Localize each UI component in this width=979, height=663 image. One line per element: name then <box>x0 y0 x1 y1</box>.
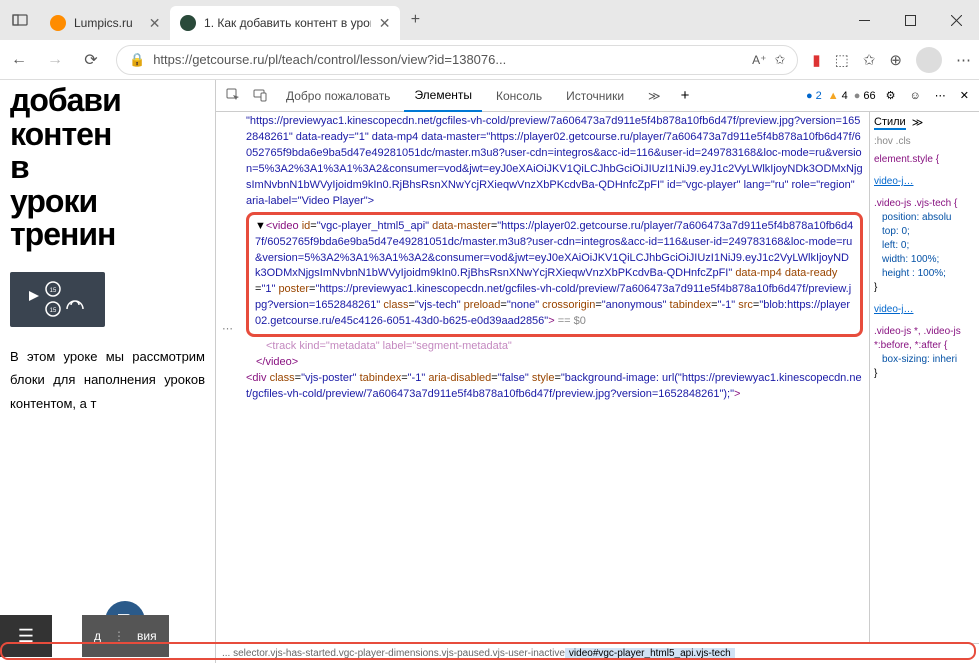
device-icon[interactable] <box>249 88 272 103</box>
menu-button[interactable]: ☰ <box>0 615 52 657</box>
tab-more-styles[interactable]: ≫ <box>912 116 924 130</box>
tab-elements[interactable]: Элементы <box>404 80 482 112</box>
action-button[interactable]: д⋮вия <box>82 615 169 657</box>
more-icon[interactable]: ⋯ <box>931 89 950 102</box>
close-icon[interactable]: ✕ <box>379 15 391 32</box>
badge-warning[interactable]: 4 <box>828 90 848 102</box>
badge-info[interactable]: ● 2 <box>806 90 822 102</box>
badge-error[interactable]: 66 <box>854 90 876 102</box>
page-body-text: В этом уроке мы рассмотрим блоки для нап… <box>10 345 205 415</box>
page-title: добави контен в уроки тренин <box>10 84 205 252</box>
url-text: https://getcourse.ru/pl/teach/control/le… <box>153 52 744 67</box>
favorite-icon[interactable]: ✩ <box>774 52 785 68</box>
window-titlebar: Lumpics.ru ✕ 1. Как добавить контент в у… <box>0 0 979 40</box>
new-tab-button[interactable]: + <box>400 11 430 29</box>
minimize-button[interactable] <box>841 0 887 40</box>
maximize-button[interactable] <box>887 0 933 40</box>
collapse-dots[interactable]: ⋯ <box>222 322 233 338</box>
code-line[interactable]: <div class="vjs-poster" tabindex="-1" ar… <box>246 371 863 403</box>
tab-title: Lumpics.ru <box>74 16 133 30</box>
filter-row[interactable]: :hov .cls <box>874 136 975 147</box>
extension-icon[interactable]: ▮ <box>812 51 820 69</box>
collections-icon[interactable]: ⊕ <box>889 51 902 69</box>
tab-more[interactable]: ≫ <box>638 80 671 112</box>
feedback-icon[interactable]: ☺ <box>906 90 925 102</box>
devtools-toolbar: Добро пожаловать Элементы Консоль Источн… <box>216 80 979 112</box>
tab-getcourse[interactable]: 1. Как добавить контент в урок ✕ <box>170 6 400 40</box>
close-devtools[interactable]: ✕ <box>956 89 973 102</box>
tab-console[interactable]: Консоль <box>486 80 552 112</box>
elements-tree[interactable]: ⋯ "https://previewyac1.kinescopecdn.net/… <box>216 112 869 643</box>
code-line[interactable]: </video> <box>246 355 863 371</box>
favicon <box>50 15 66 31</box>
reader-icon[interactable]: A⁺ <box>752 53 766 67</box>
inspect-icon[interactable] <box>222 88 245 103</box>
code-line[interactable]: <track kind="metadata" label="segment-me… <box>246 339 863 355</box>
close-icon[interactable]: ✕ <box>149 15 161 32</box>
url-input[interactable]: 🔒 https://getcourse.ru/pl/teach/control/… <box>116 45 798 75</box>
tab-lumpics[interactable]: Lumpics.ru ✕ <box>40 6 170 40</box>
add-tool[interactable]: + <box>675 87 696 104</box>
svg-text:15: 15 <box>49 288 56 294</box>
styles-panel: Стили ≫ :hov .cls element.style {video-j… <box>869 112 979 643</box>
forward-button[interactable]: → <box>44 51 66 69</box>
devtools-panel: Добро пожаловать Элементы Консоль Источн… <box>215 80 979 663</box>
breadcrumb-active[interactable]: video#vgc-player_html5_api.vjs-tech <box>565 648 735 659</box>
svg-text:15: 15 <box>49 308 56 314</box>
favorites-icon[interactable]: ✩ <box>863 51 876 69</box>
address-bar: ← → ⟳ 🔒 https://getcourse.ru/pl/teach/co… <box>0 40 979 80</box>
profile-avatar[interactable] <box>916 47 942 73</box>
menu-icon[interactable]: ⋯ <box>956 51 971 69</box>
tab-sources[interactable]: Источники <box>556 80 634 112</box>
code-line[interactable]: "https://previewyac1.kinescopecdn.net/gc… <box>246 114 863 210</box>
highlighted-element[interactable]: ▼<video id="vgc-player_html5_api" data-m… <box>246 212 863 338</box>
extensions-icon[interactable]: ⬚ <box>835 51 849 69</box>
lock-icon: 🔒 <box>129 52 145 68</box>
refresh-button[interactable]: ⟳ <box>80 50 102 70</box>
breadcrumb-pre[interactable]: ... selector.vjs-has-started.vgc-player-… <box>222 648 565 659</box>
breadcrumb[interactable]: ... selector.vjs-has-started.vgc-player-… <box>216 643 979 663</box>
tab-welcome[interactable]: Добро пожаловать <box>276 80 400 112</box>
page-content: добави контен в уроки тренин 15 15 В это… <box>0 80 215 663</box>
tab-title: 1. Как добавить контент в урок <box>204 16 371 30</box>
close-button[interactable] <box>933 0 979 40</box>
tabs-button[interactable] <box>0 12 40 28</box>
gear-icon[interactable]: ⚙ <box>882 89 900 102</box>
favicon <box>180 15 196 31</box>
video-player-thumb[interactable]: 15 15 <box>10 272 105 327</box>
back-button[interactable]: ← <box>8 51 30 69</box>
tab-styles[interactable]: Стили <box>874 116 906 130</box>
